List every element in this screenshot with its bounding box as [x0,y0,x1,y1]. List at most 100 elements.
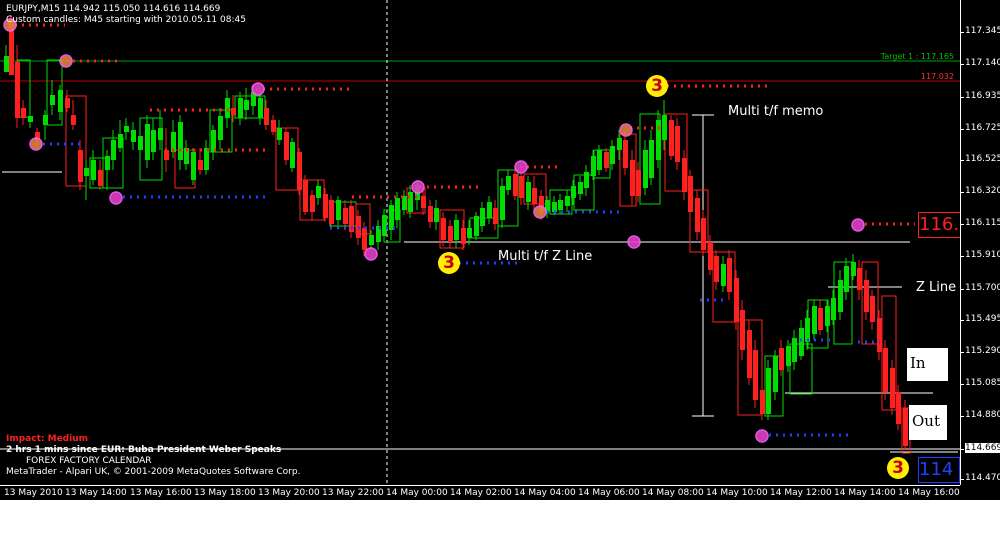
candle-body [382,215,387,236]
candle-body [825,306,830,326]
price-label: 117.140 [965,58,1000,68]
candle-body [623,140,628,168]
candle-body [264,108,269,125]
candle-body [571,186,576,198]
time-label: 13 May 2010 [4,488,63,498]
candle-body [105,156,110,170]
candle-body [493,208,498,224]
candle-body [636,170,641,196]
signal-marker [251,82,265,96]
candle-body [675,126,680,162]
candle-body [792,338,797,362]
time-label: 13 May 14:00 [65,488,127,498]
chart-header: EURJPY,M15 114.942 115.050 114.616 114.6… [6,4,246,26]
candle-body [604,152,609,168]
candle-body [669,120,674,156]
candle-body [831,298,836,320]
candle-body [526,182,531,202]
price-chart[interactable] [0,0,960,485]
price-label: 114.880 [965,410,1000,420]
time-label: 14 May 14:00 [834,488,896,498]
candle-body [284,132,289,160]
price-tick [961,384,964,385]
candle-body [844,266,849,292]
right-blue-price-tag: 114 [918,457,960,483]
candle-body [58,90,63,112]
candle-body [695,198,700,232]
candle-body [448,226,453,242]
candle-body [434,208,439,222]
candle-body [316,186,321,198]
candle-body [760,390,765,414]
time-axis[interactable]: 13 May 2010 13 May 14:00 13 May 16:00 13 Ma… [0,485,960,500]
candle-body [565,196,570,206]
price-axis[interactable]: 117.345 117.140 116.935 116.725 116.525 116.3… [960,0,1000,485]
signal-marker [59,54,73,68]
signal-marker [29,137,43,151]
signal-marker [364,247,378,261]
candle-body [818,308,823,330]
custom-candles-line: Custom candles: M45 starting with 2010.0… [6,15,246,25]
time-label: 13 May 16:00 [130,488,192,498]
candle-body [158,128,163,140]
candle-body [131,130,136,142]
time-label: 14 May 16:00 [898,488,960,498]
candle-body [50,95,55,105]
price-tick [961,224,964,225]
candle-body [303,180,308,212]
candle-body [244,100,249,110]
time-label: 14 May 12:00 [770,488,832,498]
candle-body [662,115,667,140]
candle-body [727,258,732,292]
candle-body [111,140,116,160]
price-tick [961,192,964,193]
candle-body [513,174,518,196]
marker-3-bottom: 3 [887,457,909,479]
candle-body [454,220,459,240]
candle-body [336,200,341,220]
candle-body [779,348,784,370]
price-label: 115.910 [965,250,1000,260]
candle-body [395,198,400,220]
time-label: 14 May 02:00 [450,488,512,498]
candle-body [487,202,492,218]
candle-body [15,62,20,118]
copyright-text: MetaTrader - Alpari UK, © 2001-2009 Meta… [6,467,301,477]
in-label: In [907,348,948,381]
candle-body [389,205,394,230]
candle-body [708,242,713,270]
marker-3-top: 3 [646,75,668,97]
candle-body [578,182,583,194]
candle-body [630,160,635,196]
candle-body [506,176,511,190]
candle-body [84,168,89,176]
candle-body [740,310,745,350]
signal-marker [619,123,633,137]
price-tick [961,160,964,161]
candle-body [98,170,103,186]
price-tick [961,320,964,321]
price-label: 116.115 [965,218,1000,228]
candle-body [198,160,203,170]
candle-body [766,368,771,414]
z-line-label: Z Line [916,280,957,295]
candle-body [890,368,895,408]
price-label: 117.345 [965,26,1000,36]
candle-body [145,124,150,160]
news-text: 2 hrs 1 mins since EUR: Buba President W… [6,445,282,455]
candle-body [584,172,589,188]
candle-body [656,120,661,160]
chart-window[interactable]: EURJPY,M15 114.942 115.050 114.616 114.6… [0,0,1000,500]
candle-body [591,156,596,176]
time-label: 14 May 06:00 [578,488,640,498]
candle-body [617,138,622,150]
candle-body [297,152,302,190]
candle-body [896,392,901,424]
price-tick [961,97,964,98]
candle-body [118,134,123,148]
candle-body [191,152,196,180]
candle-body [870,296,875,322]
signal-marker [851,218,865,232]
candle-body [773,356,778,392]
candle-body [597,150,602,170]
